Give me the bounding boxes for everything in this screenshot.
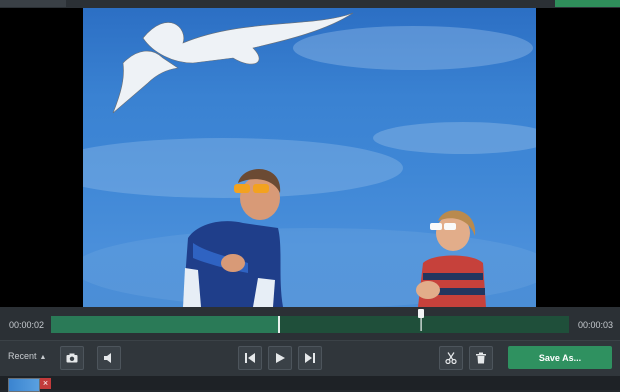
snapshot-button[interactable] — [60, 346, 84, 370]
video-still-image — [83, 12, 536, 307]
skip-forward-icon — [305, 353, 315, 363]
top-left-tab[interactable] — [0, 0, 66, 7]
next-frame-button[interactable] — [298, 346, 322, 370]
recent-label: Recent — [8, 351, 37, 361]
timeline-bar: 00:00:02 00:00:03 — [0, 307, 620, 340]
save-as-button[interactable]: Save As... — [508, 346, 612, 369]
playhead-position-mark[interactable] — [277, 316, 280, 333]
caret-up-icon: ▲ — [39, 354, 47, 361]
video-frame[interactable] — [83, 8, 536, 307]
cut-button[interactable] — [439, 346, 463, 370]
play-button[interactable] — [268, 346, 292, 370]
previous-frame-button[interactable] — [238, 346, 262, 370]
trash-icon — [476, 352, 486, 364]
volume-icon — [104, 353, 111, 363]
scissors-icon — [445, 352, 457, 364]
play-icon — [276, 353, 285, 363]
clip-strip: × — [0, 376, 620, 392]
timeline-track[interactable] — [51, 316, 569, 333]
current-time: 00:00:02 — [9, 320, 45, 330]
end-time: 00:00:03 — [578, 320, 614, 330]
video-viewer — [0, 8, 620, 307]
timeline-progress — [51, 316, 279, 333]
skip-back-icon — [245, 353, 255, 363]
delete-button[interactable] — [469, 346, 493, 370]
close-icon[interactable]: × — [40, 378, 51, 389]
recent-dropdown[interactable]: Recent ▲ — [8, 351, 46, 361]
volume-button[interactable] — [97, 346, 121, 370]
control-bar: Recent ▲ Save As... — [0, 340, 620, 377]
top-toolbar — [0, 0, 620, 8]
camera-icon — [66, 353, 78, 363]
trim-marker-handle[interactable] — [416, 309, 426, 331]
top-right-action[interactable] — [555, 0, 620, 7]
